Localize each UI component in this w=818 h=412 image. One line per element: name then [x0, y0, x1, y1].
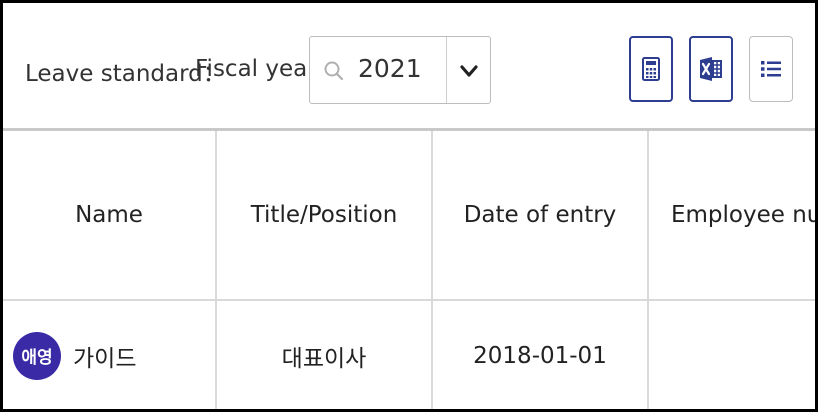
- year-select[interactable]: 2021: [309, 36, 491, 104]
- title-position-cell: 대표이사: [217, 301, 433, 409]
- calculator-button[interactable]: [629, 36, 673, 102]
- date-of-entry-cell: 2018-01-01: [433, 301, 649, 409]
- employee-number-cell: [649, 301, 815, 409]
- search-icon: [322, 59, 346, 83]
- table-row[interactable]: 애영 가이드 대표이사 2018-01-01: [3, 301, 815, 409]
- column-header-date-of-entry[interactable]: Date of entry: [433, 131, 649, 299]
- chevron-down-icon[interactable]: [458, 61, 480, 81]
- select-divider: [446, 37, 447, 103]
- year-select-value: 2021: [358, 54, 422, 83]
- column-header-title-position[interactable]: Title/Position: [217, 131, 433, 299]
- name-cell: 애영 가이드: [3, 301, 217, 409]
- employee-name[interactable]: 가이드: [73, 339, 136, 373]
- column-header-employee-number[interactable]: Employee numb: [649, 131, 815, 299]
- table-header-row: Name Title/Position Date of entry Employ…: [3, 131, 815, 301]
- list-view-button[interactable]: [749, 36, 793, 102]
- leave-status-panel: Leave standard： Fiscal year 2021 Name Ti…: [0, 0, 818, 412]
- filter-toolbar: Leave standard： Fiscal year 2021: [3, 3, 815, 131]
- excel-export-button[interactable]: [689, 36, 733, 102]
- avatar[interactable]: 애영: [13, 331, 61, 380]
- leave-standard-value: Fiscal year: [195, 56, 317, 82]
- column-header-name[interactable]: Name: [3, 131, 217, 299]
